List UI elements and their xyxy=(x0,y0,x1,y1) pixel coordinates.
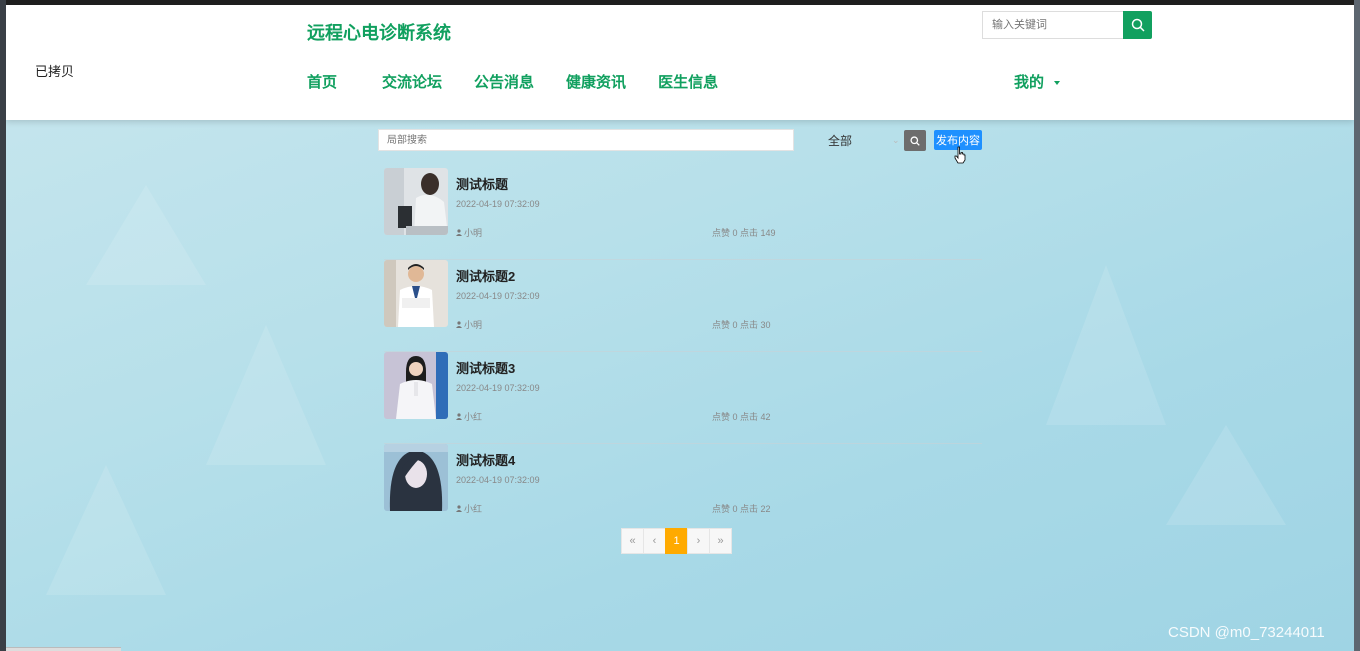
post-author: 小红 xyxy=(456,502,482,515)
header-search-button[interactable] xyxy=(1123,11,1152,39)
list-item[interactable]: 测试标题 2022-04-19 07:32:09 小明 点赞 0 点击 149 xyxy=(384,168,982,260)
taskbar-fragment xyxy=(6,647,121,651)
post-author: 小明 xyxy=(456,226,482,239)
search-icon xyxy=(1131,18,1145,32)
site-title[interactable]: 远程心电诊断系统 xyxy=(307,19,451,45)
post-date: 2022-04-19 07:32:09 xyxy=(456,475,540,485)
background-triangle xyxy=(86,185,206,285)
background-triangle xyxy=(1046,265,1166,425)
category-select[interactable]: 全部 ⌄ xyxy=(828,132,900,150)
background-triangle xyxy=(206,325,326,465)
list-item[interactable]: 测试标题4 2022-04-19 07:32:09 小红 点赞 0 点击 22 xyxy=(384,444,982,536)
post-thumbnail[interactable] xyxy=(384,444,448,511)
background-triangle xyxy=(46,465,166,595)
my-account-menu[interactable]: 我的 xyxy=(1014,71,1061,92)
post-author: 小明 xyxy=(456,318,482,331)
post-author-name: 小明 xyxy=(464,228,483,238)
post-date: 2022-04-19 07:32:09 xyxy=(456,199,540,209)
window-right-border xyxy=(1354,0,1360,651)
my-account-label: 我的 xyxy=(1014,74,1045,91)
post-author-name: 小红 xyxy=(464,412,483,422)
nav-item-health-news[interactable]: 健康资讯 xyxy=(566,71,626,92)
user-icon xyxy=(456,505,462,512)
list-item[interactable]: 测试标题3 2022-04-19 07:32:09 小红 点赞 0 点击 42 xyxy=(384,352,982,444)
logo-text: 已拷贝 xyxy=(35,65,75,80)
site-header: 已拷贝 远程心电诊断系统 首页 交流论坛 公告消息 健康资讯 医生信息 我的 xyxy=(6,5,1354,120)
post-title[interactable]: 测试标题2 xyxy=(456,266,515,285)
background-triangle xyxy=(1166,425,1286,525)
post-list: 测试标题 2022-04-19 07:32:09 小明 点赞 0 点击 149 … xyxy=(384,168,982,536)
chevron-down-icon: ⌄ xyxy=(892,135,900,145)
post-stats: 点赞 0 点击 149 xyxy=(712,228,776,238)
main-nav: 首页 交流论坛 公告消息 健康资讯 医生信息 xyxy=(307,71,750,92)
page-prev-button[interactable]: ‹ xyxy=(643,528,666,554)
post-stats: 点赞 0 点击 30 xyxy=(712,320,771,330)
search-icon xyxy=(910,135,920,146)
filter-search-button[interactable] xyxy=(904,130,926,151)
user-icon xyxy=(456,413,462,420)
nav-item-doctors[interactable]: 医生信息 xyxy=(658,71,718,92)
category-select-value: 全部 xyxy=(828,134,853,148)
nav-item-forum[interactable]: 交流论坛 xyxy=(382,71,442,92)
watermark: CSDN @m0_73244011 xyxy=(1168,624,1325,641)
list-item[interactable]: 测试标题2 2022-04-19 07:32:09 小明 点赞 0 点击 30 xyxy=(384,260,982,352)
user-icon xyxy=(456,229,462,236)
caret-down-icon xyxy=(1054,81,1061,86)
post-author: 小红 xyxy=(456,410,482,423)
pagination: « ‹ 1 › » xyxy=(621,528,732,554)
post-thumbnail[interactable] xyxy=(384,352,448,419)
page-current-button[interactable]: 1 xyxy=(665,528,688,554)
post-title[interactable]: 测试标题 xyxy=(456,174,508,193)
post-author-name: 小明 xyxy=(464,320,483,330)
post-thumbnail[interactable] xyxy=(384,260,448,327)
hand-cursor-icon xyxy=(954,146,966,164)
portrait-photo-icon xyxy=(384,444,448,511)
header-search-input[interactable] xyxy=(982,11,1123,39)
post-date: 2022-04-19 07:32:09 xyxy=(456,291,540,301)
nav-item-announcements[interactable]: 公告消息 xyxy=(474,71,534,92)
local-search-input[interactable] xyxy=(378,129,794,151)
page-body: 已拷贝 远程心电诊断系统 首页 交流论坛 公告消息 健康资讯 医生信息 我的 全… xyxy=(6,5,1354,651)
page-last-button[interactable]: » xyxy=(709,528,732,554)
male-doctor-photo-icon xyxy=(384,260,448,327)
user-icon xyxy=(456,321,462,328)
post-thumbnail[interactable] xyxy=(384,168,448,235)
doctor-desk-photo-icon xyxy=(384,168,448,235)
female-doctor-photo-icon xyxy=(384,352,448,419)
post-stats: 点赞 0 点击 22 xyxy=(712,504,771,514)
post-date: 2022-04-19 07:32:09 xyxy=(456,383,540,393)
nav-item-home[interactable]: 首页 xyxy=(307,71,337,92)
page-first-button[interactable]: « xyxy=(621,528,644,554)
post-title[interactable]: 测试标题4 xyxy=(456,450,515,469)
post-author-name: 小红 xyxy=(464,504,483,514)
post-title[interactable]: 测试标题3 xyxy=(456,358,515,377)
post-stats: 点赞 0 点击 42 xyxy=(712,412,771,422)
page-next-button[interactable]: › xyxy=(687,528,710,554)
